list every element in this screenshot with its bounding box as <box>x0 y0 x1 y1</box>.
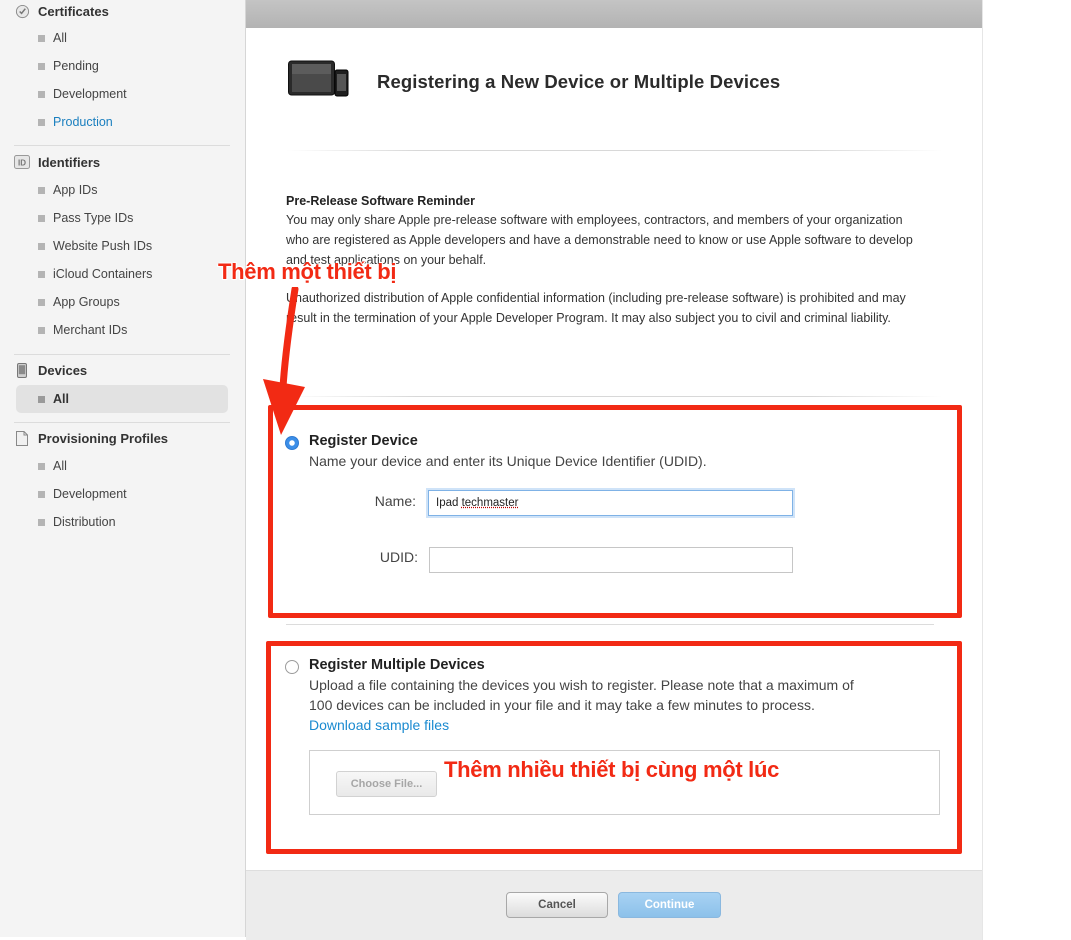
divider <box>286 150 942 151</box>
sidebar-item-profiles-all[interactable]: All <box>16 452 228 480</box>
section-header-certificates: Certificates <box>14 1 109 21</box>
bullet-icon <box>38 242 45 250</box>
section-header-provisioning-profiles: Provisioning Profiles <box>14 428 168 448</box>
sidebar-item-certificates-production[interactable]: Production <box>16 108 228 136</box>
reminder-paragraph-2: Unauthorized distribution of Apple confi… <box>286 291 906 325</box>
bullet-icon <box>38 518 45 526</box>
sidebar-item-label: iCloud Containers <box>53 267 153 281</box>
sidebar-item-label: Production <box>53 115 113 129</box>
sidebar-item-label: All <box>53 31 67 45</box>
section-header-devices: Devices <box>14 360 87 380</box>
ipad-iphone-icon <box>288 58 350 98</box>
annotation-box-register-multiple <box>266 641 962 854</box>
continue-button[interactable]: Continue <box>618 892 721 918</box>
sidebar: Certificates All Pending Development Pro… <box>0 0 246 937</box>
sidebar-item-label: Website Push IDs <box>53 239 153 253</box>
page-margin <box>982 0 1071 940</box>
section-divider <box>14 354 230 355</box>
top-bar <box>246 0 982 28</box>
sidebar-item-app-groups[interactable]: App Groups <box>16 288 228 316</box>
page-title: Registering a New Device or Multiple Dev… <box>377 71 781 92</box>
sidebar-item-certificates-all[interactable]: All <box>16 24 228 52</box>
footer-bar: Cancel Continue <box>246 870 982 940</box>
bullet-icon <box>38 118 45 126</box>
annotation-label-single-device: Thêm một thiết bị <box>218 259 397 284</box>
section-title: Identifiers <box>38 154 101 170</box>
sidebar-item-label: Development <box>53 87 127 101</box>
section-title: Certificates <box>38 3 109 19</box>
sidebar-item-profiles-development[interactable]: Development <box>16 480 228 508</box>
developer-portal-window: Certificates All Pending Development Pro… <box>0 0 1071 940</box>
bullet-icon <box>38 490 45 498</box>
sidebar-item-label: Pass Type IDs <box>53 211 134 225</box>
section-title: Devices <box>38 362 88 378</box>
bullet-icon <box>38 62 45 70</box>
id-badge-icon: ID <box>14 154 30 170</box>
iphone-icon <box>14 362 30 378</box>
sidebar-item-app-ids[interactable]: App IDs <box>16 176 228 204</box>
bullet-icon <box>38 298 45 306</box>
sidebar-item-label: Merchant IDs <box>53 323 128 337</box>
sidebar-item-label: App Groups <box>53 295 120 309</box>
section-divider <box>14 145 230 146</box>
bullet-icon <box>38 214 45 222</box>
sidebar-item-label: Development <box>53 487 127 501</box>
sidebar-item-website-push-ids[interactable]: Website Push IDs <box>16 232 228 260</box>
bullet-icon <box>38 34 45 42</box>
sidebar-item-label: Pending <box>53 59 99 73</box>
divider <box>286 624 934 625</box>
sidebar-item-label: All <box>53 392 69 406</box>
bullet-icon <box>38 395 45 403</box>
section-divider <box>14 422 230 423</box>
sidebar-item-pass-type-ids[interactable]: Pass Type IDs <box>16 204 228 232</box>
certificate-gear-icon <box>14 3 30 19</box>
sidebar-item-merchant-ids[interactable]: Merchant IDs <box>16 316 228 344</box>
section-header-identifiers: ID Identifiers <box>14 152 100 172</box>
annotation-box-register-device <box>268 405 962 618</box>
annotation-arrow-icon <box>255 285 315 437</box>
sidebar-item-icloud-containers[interactable]: iCloud Containers <box>16 260 228 288</box>
sidebar-item-label: Distribution <box>53 515 116 529</box>
bullet-icon <box>38 90 45 98</box>
sidebar-item-devices-all[interactable]: All <box>16 385 228 413</box>
document-icon <box>14 430 30 446</box>
sidebar-item-label: App IDs <box>53 183 98 197</box>
bullet-icon <box>38 462 45 470</box>
reminder-title: Pre-Release Software Reminder <box>286 194 475 208</box>
divider <box>286 396 942 397</box>
sidebar-item-certificates-pending[interactable]: Pending <box>16 52 228 80</box>
sidebar-item-certificates-development[interactable]: Development <box>16 80 228 108</box>
bullet-icon <box>38 270 45 278</box>
annotation-label-multiple-devices: Thêm nhiều thiết bị cùng một lúc <box>444 757 780 782</box>
sidebar-item-label: All <box>53 459 67 473</box>
sidebar-item-profiles-distribution[interactable]: Distribution <box>16 508 228 536</box>
cancel-button[interactable]: Cancel <box>506 892 608 918</box>
bullet-icon <box>38 326 45 334</box>
bullet-icon <box>38 186 45 194</box>
svg-text:ID: ID <box>18 159 26 168</box>
section-title: Provisioning Profiles <box>38 430 169 446</box>
